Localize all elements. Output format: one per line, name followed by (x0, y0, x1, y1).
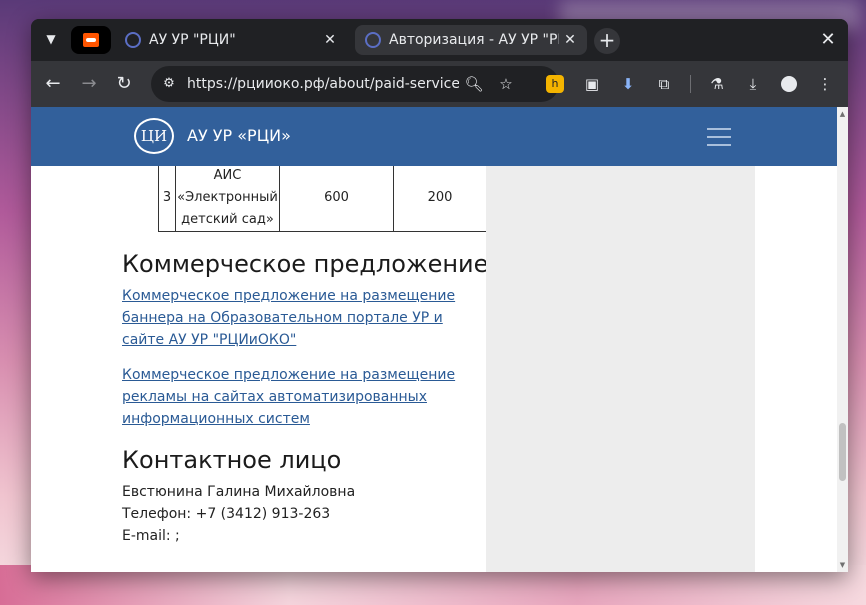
site-name[interactable]: АУ УР «РЦИ» (187, 125, 291, 147)
reload-button[interactable]: ↻ (111, 71, 137, 97)
contact-email: E-mail: ; (122, 528, 180, 544)
close-tab-button[interactable]: ✕ (561, 31, 579, 49)
close-icon: ✕ (820, 29, 836, 50)
arrow-left-icon: ← (45, 73, 61, 94)
hamburger-menu-icon[interactable] (707, 127, 731, 147)
tab-search-button[interactable]: ▼ (39, 27, 63, 51)
chevron-down-icon: ▼ (46, 32, 56, 46)
tab-authorization[interactable]: Авторизация - АУ УР "РЦИ" ✕ (355, 25, 587, 55)
tab-title: АУ УР "РЦИ" (149, 32, 236, 48)
reload-icon: ↻ (116, 73, 132, 94)
page-viewport: ЦИ АУ УР «РЦИ» 3 АИС «Электронный детски… (31, 107, 848, 572)
price-table: 3 АИС «Электронный детский сад» 600 200 (158, 166, 486, 232)
new-tab-button[interactable]: + (594, 28, 620, 54)
table-cell-number: 3 (158, 166, 176, 232)
toolbar-divider (690, 75, 691, 93)
soundcloud-icon (83, 33, 99, 47)
arrow-right-icon: → (81, 73, 97, 94)
site-favicon-icon (125, 32, 141, 48)
picture-in-picture-icon[interactable]: ▣ (582, 74, 602, 94)
contact-heading: Контактное лицо (122, 446, 342, 474)
pinned-tab-soundcloud[interactable] (71, 26, 111, 54)
magnifier-icon[interactable]: 🔍︎ (464, 74, 484, 94)
table-cell-name: АИС «Электронный детский сад» (175, 166, 280, 232)
back-button[interactable]: ← (40, 71, 66, 97)
address-bar[interactable]: ⚙ https://рцииоко.рф/about/paid-services… (151, 66, 559, 102)
ads-offer-link[interactable]: Коммерческое предложение на размещение р… (122, 364, 467, 430)
extension-honey-icon[interactable]: h (546, 75, 564, 93)
site-logo[interactable]: ЦИ (134, 118, 174, 154)
table-cell-price-1: 600 (279, 166, 394, 232)
main-content: 3 АИС «Электронный детский сад» 600 200 … (31, 166, 486, 572)
tab-title: Авторизация - АУ УР "РЦИ" (389, 32, 559, 48)
table-row: 3 АИС «Электронный детский сад» 600 200 (158, 166, 486, 232)
star-icon[interactable]: ☆ (496, 74, 516, 94)
scrollbar-thumb[interactable] (839, 423, 846, 481)
plus-icon: + (598, 28, 616, 52)
page-sidebar (486, 166, 755, 572)
tab-strip: ▼ АУ УР "РЦИ" ✕ Авторизация - АУ УР "РЦИ… (31, 19, 848, 61)
kebab-menu-icon[interactable]: ⋮ (815, 74, 835, 94)
table-cell-price-2: 200 (393, 166, 486, 232)
url-text[interactable]: https://рцииоко.рф/about/paid-services..… (187, 75, 459, 93)
scroll-down-icon[interactable]: ▼ (837, 560, 848, 570)
close-tab-button[interactable]: ✕ (321, 31, 339, 49)
page-margin (755, 166, 837, 572)
tab-rci-home[interactable]: АУ УР "РЦИ" ✕ (115, 25, 347, 55)
commercial-heading: Коммерческое предложение (122, 250, 486, 278)
scroll-up-icon[interactable]: ▲ (837, 109, 848, 119)
page-scrollbar[interactable]: ▲ ▼ (837, 107, 848, 572)
site-header: ЦИ АУ УР «РЦИ» (31, 107, 837, 166)
profile-icon[interactable] (779, 74, 799, 94)
browser-window: ▼ АУ УР "РЦИ" ✕ Авторизация - АУ УР "РЦИ… (31, 19, 848, 572)
site-favicon-icon (365, 32, 381, 48)
download-arrow-icon[interactable]: ⬇ (618, 74, 638, 94)
browser-toolbar: ← → ↻ ⚙ https://рцииоко.рф/about/paid-se… (31, 61, 848, 107)
flask-icon[interactable]: ⚗ (707, 74, 727, 94)
forward-button[interactable]: → (76, 71, 102, 97)
puzzle-icon[interactable]: ⧉ (654, 74, 674, 94)
contact-phone: Телефон: +7 (3412) 913-263 (122, 506, 331, 522)
contact-name: Евстюнина Галина Михайловна (122, 484, 356, 500)
tune-icon[interactable]: ⚙ (160, 75, 178, 93)
close-window-button[interactable]: ✕ (816, 28, 840, 52)
download-icon[interactable]: ⤓ (743, 74, 763, 94)
banner-offer-link[interactable]: Коммерческое предложение на размещение б… (122, 285, 467, 351)
